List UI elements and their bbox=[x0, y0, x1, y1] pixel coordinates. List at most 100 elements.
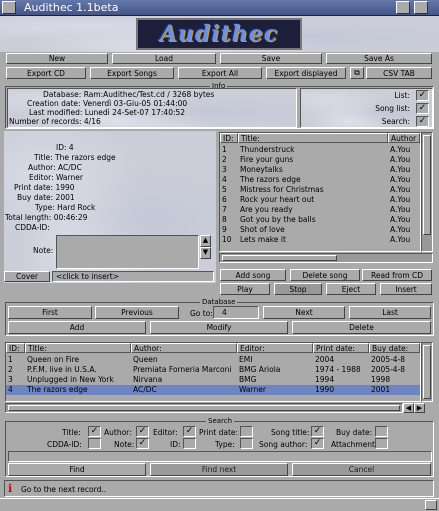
song-list[interactable]: ID: Title: Author 1 Thunderstruck A.You 2 Fi… bbox=[219, 132, 421, 252]
record-row[interactable]: 3 Unplugged in New York Nirvana BMG 1994 1998 bbox=[6, 375, 420, 385]
list-label: List: bbox=[394, 91, 410, 100]
insert-button[interactable]: Insert bbox=[380, 283, 432, 295]
list-checkbox[interactable]: ✓ bbox=[416, 90, 429, 101]
song-row[interactable]: 10 Lets make it A.You bbox=[220, 235, 420, 245]
previous-button[interactable]: Previous bbox=[95, 306, 179, 319]
search-id-checkbox[interactable] bbox=[183, 438, 196, 449]
song-row[interactable]: 6 Rock your heart out A.You bbox=[220, 195, 420, 205]
records-header-print[interactable]: Print date: bbox=[313, 343, 369, 353]
song-row[interactable]: 2 Fire your guns A.You bbox=[220, 155, 420, 165]
add-song-button[interactable]: Add song bbox=[220, 269, 286, 281]
find-button[interactable]: Find bbox=[8, 463, 146, 476]
records-hscroll[interactable] bbox=[5, 403, 403, 413]
record-total-length: Total length: 00:46:29 bbox=[5, 213, 88, 222]
goto-input[interactable]: 4 bbox=[213, 306, 259, 319]
search-editor-checkbox[interactable]: ✓ bbox=[183, 426, 196, 437]
save-button[interactable]: Save bbox=[220, 53, 322, 64]
song-header-author[interactable]: Author bbox=[388, 133, 420, 143]
delete-record-button[interactable]: Delete bbox=[292, 321, 431, 334]
close-window-button[interactable] bbox=[2, 1, 16, 14]
song-row[interactable]: 3 Moneytalks A.You bbox=[220, 165, 420, 175]
play-button[interactable]: Play bbox=[220, 283, 270, 295]
search-attachment-checkbox[interactable] bbox=[375, 438, 388, 449]
record-cell-print: 1994 bbox=[315, 375, 335, 384]
search-cddaid-checkbox[interactable] bbox=[88, 438, 101, 449]
stop-button[interactable]: Stop bbox=[274, 283, 322, 295]
song-cell-author: A.You bbox=[390, 195, 411, 204]
search-buydate-label: Buy date: bbox=[336, 428, 373, 437]
records-header-title[interactable]: Title: bbox=[25, 343, 131, 353]
export-songs-button[interactable]: Export Songs bbox=[90, 67, 174, 79]
song-vscroll-thumb[interactable] bbox=[423, 135, 431, 235]
song-list-vscroll[interactable] bbox=[421, 132, 433, 252]
song-row[interactable]: 4 The razors edge A.You bbox=[220, 175, 420, 185]
export-all-button[interactable]: Export All bbox=[178, 67, 262, 79]
last-button[interactable]: Last bbox=[349, 306, 431, 319]
popup-icon[interactable]: ⧉ bbox=[350, 67, 364, 79]
song-row[interactable]: 7 Are you ready A.You bbox=[220, 205, 420, 215]
export-displayed-button[interactable]: Export displayed bbox=[266, 67, 346, 79]
song-list-hscroll[interactable] bbox=[219, 253, 433, 263]
search-songauthor-checkbox[interactable]: ✓ bbox=[311, 438, 324, 449]
song-row[interactable]: 1 Thunderstruck A.You bbox=[220, 145, 420, 155]
search-input[interactable] bbox=[8, 451, 432, 462]
note-scroll-down-icon[interactable]: ▼ bbox=[200, 247, 211, 259]
song-cell-title: Got you by the balls bbox=[240, 215, 316, 224]
record-cell-editor: EMI bbox=[239, 355, 253, 364]
song-cell-id: 3 bbox=[222, 165, 227, 174]
note-scroll-up-icon[interactable]: ▲ bbox=[200, 235, 211, 247]
search-printdate-checkbox[interactable] bbox=[240, 426, 253, 437]
song-row[interactable]: 9 Shot of love A.You bbox=[220, 225, 420, 235]
zoom-button[interactable] bbox=[396, 1, 410, 14]
record-row[interactable]: 2 P.F.M. live in U.S.A. Premiata Forneria … bbox=[6, 365, 420, 375]
search-note-checkbox[interactable]: ✓ bbox=[136, 438, 149, 449]
song-cell-title: Lets make it bbox=[240, 235, 286, 244]
load-button[interactable]: Load bbox=[112, 53, 216, 64]
add-record-button[interactable]: Add bbox=[8, 321, 146, 334]
read-from-cd-button[interactable]: Read from CD bbox=[362, 269, 432, 281]
cover-hint[interactable]: <click to insert> bbox=[52, 271, 214, 282]
records-header-id[interactable]: ID: bbox=[6, 343, 25, 353]
window-titlebar[interactable]: Audithec 1.1beta bbox=[0, 0, 439, 16]
songlist-checkbox[interactable]: ✓ bbox=[416, 103, 429, 114]
search-checkbox[interactable]: ✓ bbox=[416, 116, 429, 127]
song-row[interactable]: 8 Got you by the balls A.You bbox=[220, 215, 420, 225]
song-row[interactable]: 5 Mistress for Christmas A.You bbox=[220, 185, 420, 195]
scroll-right-icon[interactable]: ▶ bbox=[414, 403, 425, 413]
records-header-author[interactable]: Author: bbox=[131, 343, 237, 353]
search-title-checkbox[interactable]: ✓ bbox=[88, 426, 101, 437]
records-header-buy[interactable]: Buy date: bbox=[369, 343, 420, 353]
records-header-editor[interactable]: Editor: bbox=[237, 343, 313, 353]
csv-tab-button[interactable]: CSV TAB bbox=[366, 67, 432, 79]
record-cell-id: 1 bbox=[8, 355, 13, 364]
export-cd-button[interactable]: Export CD bbox=[6, 67, 86, 79]
record-row[interactable]: 1 Queen on Fire Queen EMI 2004 2005-4-8 bbox=[6, 355, 420, 365]
record-row[interactable]: 4 The razors edge AC/DC Warner 1990 2001 bbox=[6, 385, 420, 395]
new-button[interactable]: New bbox=[6, 53, 108, 64]
song-header-id[interactable]: ID: bbox=[220, 133, 238, 143]
resize-handle[interactable] bbox=[425, 500, 437, 510]
search-type-checkbox[interactable] bbox=[240, 438, 253, 449]
song-hscroll-thumb[interactable] bbox=[222, 255, 337, 261]
next-button[interactable]: Next bbox=[263, 306, 345, 319]
scroll-left-icon[interactable]: ◀ bbox=[403, 403, 414, 413]
save-as-button[interactable]: Save As bbox=[326, 53, 432, 64]
records-hscroll-thumb[interactable] bbox=[8, 405, 400, 411]
depth-button[interactable] bbox=[414, 1, 428, 14]
records-table[interactable]: ID: Title: Author: Editor: Print date: B… bbox=[5, 342, 421, 402]
note-textarea[interactable] bbox=[56, 235, 199, 269]
search-author-checkbox[interactable]: ✓ bbox=[136, 426, 149, 437]
records-vscroll-thumb[interactable] bbox=[423, 345, 431, 399]
cover-button[interactable]: Cover bbox=[4, 271, 50, 282]
record-cell-print: 2004 bbox=[315, 355, 335, 364]
find-next-button[interactable]: Find next bbox=[150, 463, 288, 476]
cancel-button[interactable]: Cancel bbox=[292, 463, 431, 476]
delete-song-button[interactable]: Delete song bbox=[290, 269, 360, 281]
search-songtitle-checkbox[interactable]: ✓ bbox=[311, 426, 324, 437]
search-buydate-checkbox[interactable] bbox=[375, 426, 388, 437]
eject-button[interactable]: Eject bbox=[326, 283, 376, 295]
first-button[interactable]: First bbox=[8, 306, 92, 319]
records-vscroll[interactable] bbox=[421, 342, 433, 402]
song-header-title[interactable]: Title: bbox=[238, 133, 388, 143]
modify-record-button[interactable]: Modify bbox=[150, 321, 288, 334]
